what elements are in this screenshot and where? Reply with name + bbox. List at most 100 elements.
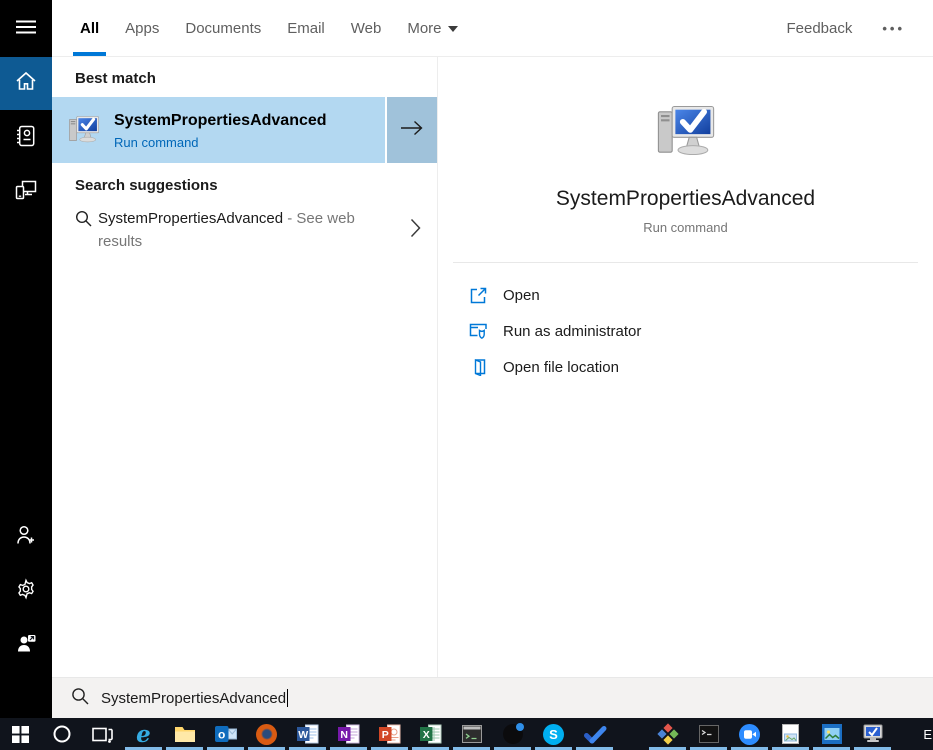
image-viewer-icon-glyph [782,724,799,744]
sphere-app-icon-glyph [502,723,524,744]
best-match-section-title: Best match [75,70,156,87]
open-action[interactable]: Open [438,277,933,313]
powerpoint-icon[interactable]: P [369,718,410,750]
action-label: Open [503,286,540,304]
excel-icon[interactable]: X [410,718,451,750]
more-options-icon[interactable]: ••• [882,21,905,36]
divider [453,262,918,263]
blue-check-app-icon-glyph [583,725,607,744]
suggestion-query: SystemPropertiesAdvanced [98,210,284,227]
home-icon [15,71,37,96]
tab-all[interactable]: All [72,0,107,56]
chevron-right-icon [410,218,421,243]
svg-text:W: W [298,729,308,741]
start-button[interactable] [0,718,41,750]
search-suggestions-section-title: Search suggestions [75,177,218,194]
search-input[interactable]: SystemPropertiesAdvanced [52,677,933,718]
sidebar-item-settings[interactable] [0,565,52,617]
open-icon [468,287,488,304]
task-view-button[interactable] [82,718,123,750]
system-properties-icon-large [652,101,720,163]
sphere-app-icon[interactable] [492,718,533,750]
firefox-icon[interactable] [246,718,287,750]
tab-documents[interactable]: Documents [185,0,261,56]
taskbar-separator [615,718,647,750]
svg-text:N: N [340,729,348,741]
skype-icon-glyph: S [543,723,564,745]
sidebar-item-journal[interactable] [0,112,52,164]
photos-app-icon[interactable] [811,718,852,750]
tab-apps[interactable]: Apps [125,0,159,56]
sidebar-item-home[interactable] [0,57,52,110]
word-icon[interactable]: W [287,718,328,750]
sidebar-item-devices[interactable] [0,166,52,218]
action-list: Open Run as administrator Open file loca… [438,277,933,385]
command-prompt-icon[interactable] [451,718,492,750]
run-as-admin-icon [468,323,488,340]
devices-icon [15,180,37,205]
result-preview-panel: SystemPropertiesAdvanced Run command Ope… [438,57,933,677]
system-properties-icon[interactable] [852,718,893,750]
search-results-panel: Best match SystemPropertiesAdvanced Run … [52,57,438,677]
settings-gear-icon [15,577,37,605]
open-file-location-icon [468,358,488,376]
zoom-app-icon[interactable] [729,718,770,750]
edge-icon[interactable]: e [123,718,164,750]
terminal-icon[interactable] [688,718,729,750]
windows-search-flyout: All Apps Documents Email Web More Feedba… [0,0,933,750]
excel-icon-glyph: X [419,724,442,744]
sidebar-item-feedback[interactable] [0,619,52,671]
tab-more[interactable]: More [407,0,458,56]
hamburger-menu-button[interactable] [0,2,52,56]
diamond-app-icon[interactable] [647,718,688,750]
search-sidebar [0,0,52,718]
firefox-icon-glyph [256,723,277,745]
svg-text:o: o [218,728,225,742]
search-filter-header: All Apps Documents Email Web More Feedba… [52,0,933,57]
preview-subtitle: Run command [643,220,728,235]
hamburger-icon [16,20,36,39]
result-subtitle: Run command [114,134,199,150]
powerpoint-icon-glyph: P [378,724,401,744]
blue-check-app-icon[interactable] [574,718,615,750]
action-label: Run as administrator [503,322,642,340]
cortana-search-button[interactable] [41,718,82,750]
best-match-result[interactable]: SystemPropertiesAdvanced Run command [52,97,437,163]
diamond-app-icon-glyph [656,723,679,745]
system-properties-icon-glyph [862,724,884,744]
open-file-location-action[interactable]: Open file location [438,349,933,385]
result-title: SystemPropertiesAdvanced [114,111,327,129]
feedback-button[interactable]: Feedback [786,20,852,37]
tab-email[interactable]: Email [287,0,325,56]
command-prompt-icon-glyph [461,725,482,743]
edge-icon-glyph: e [136,720,151,748]
language-indicator[interactable]: E [923,718,933,750]
svg-text:P: P [381,729,388,741]
text-cursor [287,689,289,707]
file-explorer-icon[interactable] [164,718,205,750]
onenote-icon[interactable]: N [328,718,369,750]
sidebar-item-account[interactable] [0,511,52,563]
file-explorer-icon-glyph [174,725,196,743]
filter-tabs: All Apps Documents Email Web More [72,0,458,56]
journal-icon [16,125,36,152]
add-user-icon [16,525,36,550]
tab-web[interactable]: Web [351,0,382,56]
outlook-icon[interactable]: o [205,718,246,750]
expand-result-button[interactable] [385,97,437,163]
task-view-glyph [92,725,113,744]
start-glyph [12,725,29,743]
outlook-icon-glyph: o [214,724,237,744]
image-viewer-icon[interactable] [770,718,811,750]
word-icon-glyph: W [296,724,319,744]
photos-app-icon-glyph [821,724,842,744]
terminal-icon-glyph [698,725,719,743]
action-label: Open file location [503,358,619,376]
skype-icon[interactable]: S [533,718,574,750]
chevron-down-icon [447,26,458,32]
web-search-suggestion[interactable]: SystemPropertiesAdvanced - See web resul… [52,197,437,263]
right-arrow-icon [400,120,424,141]
preview-title: SystemPropertiesAdvanced [555,187,816,210]
run-as-admin-action[interactable]: Run as administrator [438,313,933,349]
person-feedback-icon [16,633,36,658]
